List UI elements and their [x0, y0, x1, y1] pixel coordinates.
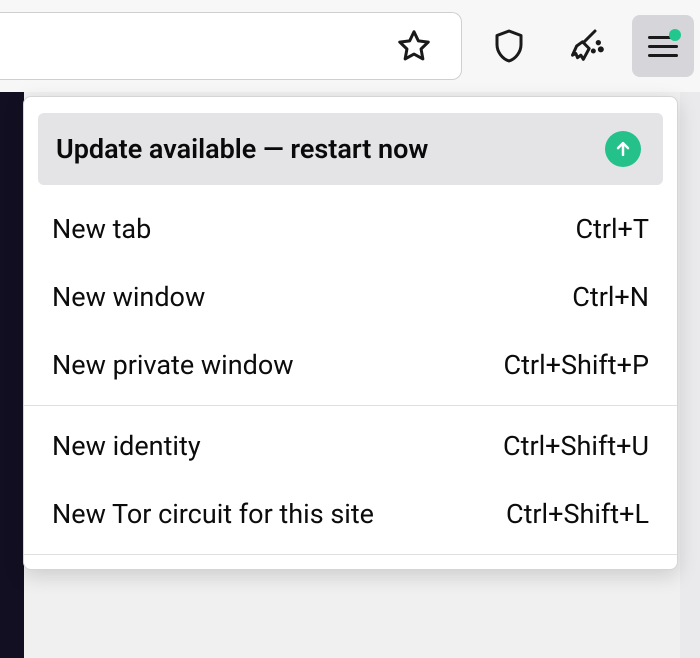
menu-item-new-window[interactable]: New window Ctrl+N: [24, 263, 677, 331]
page-content-strip: [0, 92, 24, 658]
browser-toolbar: [0, 0, 700, 92]
app-menu-panel: Update available — restart now New tab C…: [23, 96, 678, 570]
menu-item-new-identity[interactable]: New identity Ctrl+Shift+U: [24, 412, 677, 480]
menu-item-label: New private window: [52, 349, 294, 381]
menu-item-label: New tab: [52, 213, 151, 245]
menu-separator: [24, 405, 677, 406]
menu-item-new-tor-circuit[interactable]: New Tor circuit for this site Ctrl+Shift…: [24, 480, 677, 548]
update-banner-label: Update available — restart now: [56, 133, 428, 165]
menu-item-label: New window: [52, 281, 205, 313]
menu-item-shortcut: Ctrl+N: [572, 281, 649, 313]
menu-item-shortcut: Ctrl+Shift+P: [504, 349, 649, 381]
menu-separator: [24, 554, 677, 555]
menu-item-shortcut: Ctrl+Shift+U: [503, 430, 649, 462]
hamburger-menu-button[interactable]: [632, 15, 694, 77]
update-banner[interactable]: Update available — restart now: [38, 113, 663, 185]
menu-item-new-private-window[interactable]: New private window Ctrl+Shift+P: [24, 331, 677, 399]
menu-item-new-tab[interactable]: New tab Ctrl+T: [24, 195, 677, 263]
url-bar[interactable]: [0, 12, 462, 80]
menu-item-shortcut: Ctrl+Shift+L: [506, 498, 649, 530]
update-arrow-icon: [605, 131, 641, 167]
update-indicator-dot: [669, 29, 681, 41]
menu-item-shortcut: Ctrl+T: [575, 213, 649, 245]
menu-item-label: New Tor circuit for this site: [52, 498, 374, 530]
broom-icon[interactable]: [556, 17, 614, 75]
menu-item-label: New identity: [52, 430, 201, 462]
bookmark-star-icon[interactable]: [385, 17, 443, 75]
shield-icon[interactable]: [480, 17, 538, 75]
vertical-scrollbar[interactable]: [680, 92, 700, 658]
